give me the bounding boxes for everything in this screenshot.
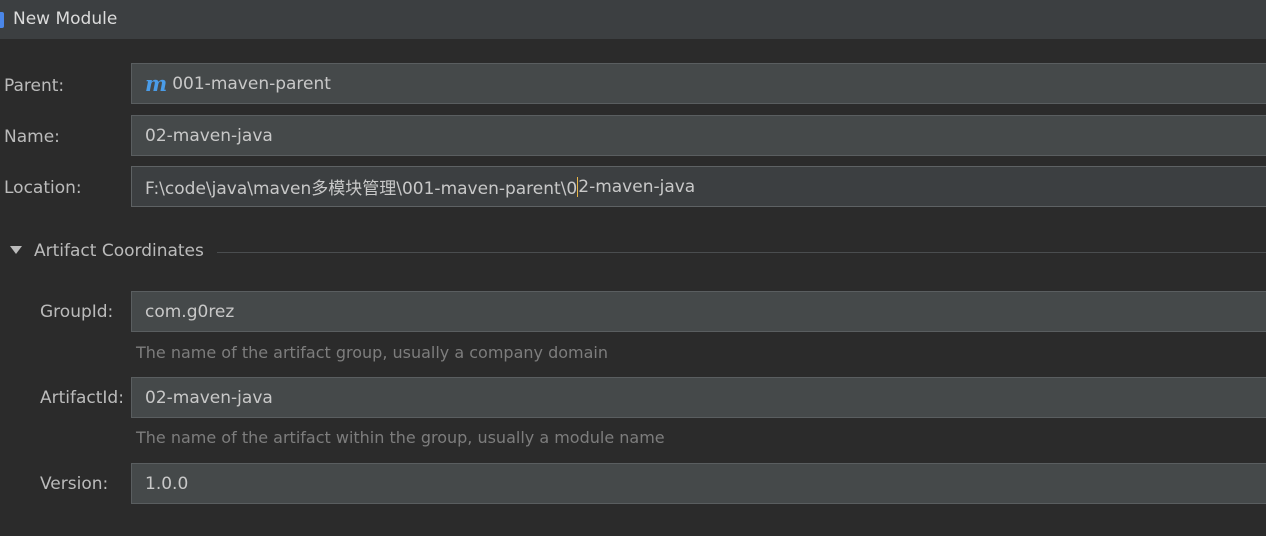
groupid-label: GroupId: xyxy=(40,302,114,322)
expand-triangle-icon[interactable] xyxy=(10,246,22,254)
location-value-end: 2-maven-java xyxy=(578,176,696,197)
artifactid-label: ArtifactId: xyxy=(40,388,124,408)
artifactid-value: 02-maven-java xyxy=(145,387,273,408)
section-divider xyxy=(217,252,1266,253)
artifactid-input[interactable]: 02-maven-java xyxy=(131,377,1266,418)
artifact-coordinates-section: Artifact Coordinates xyxy=(0,238,1266,266)
window-icon xyxy=(0,12,4,28)
groupid-input[interactable]: com.g0rez xyxy=(131,291,1266,332)
artifactid-hint: The name of the artifact within the grou… xyxy=(136,428,665,447)
name-label: Name: xyxy=(4,127,60,147)
maven-m-icon: m xyxy=(145,71,167,96)
version-input[interactable]: 1.0.0 xyxy=(131,463,1266,504)
name-value: 02-maven-java xyxy=(145,125,273,146)
version-value: 1.0.0 xyxy=(145,473,189,494)
groupid-hint: The name of the artifact group, usually … xyxy=(136,343,608,362)
location-value-start: F:\code\java\maven多模块管理\001-maven-parent… xyxy=(145,179,578,199)
version-label: Version: xyxy=(40,474,109,494)
parent-label: Parent: xyxy=(4,76,65,96)
dialog-title: New Module xyxy=(13,9,118,29)
artifact-coordinates-toggle[interactable]: Artifact Coordinates xyxy=(34,240,204,262)
groupid-value: com.g0rez xyxy=(145,301,235,322)
dialog-title-bar: New Module xyxy=(0,0,1266,39)
parent-selector[interactable]: m 001-maven-parent xyxy=(131,63,1266,104)
name-input[interactable]: 02-maven-java xyxy=(131,115,1266,156)
form-panel: Parent: m 001-maven-parent Name: 02-mave… xyxy=(0,39,1266,536)
parent-value: 001-maven-parent xyxy=(172,73,331,94)
location-label: Location: xyxy=(4,178,82,198)
location-input[interactable]: F:\code\java\maven多模块管理\001-maven-parent… xyxy=(131,166,1266,207)
